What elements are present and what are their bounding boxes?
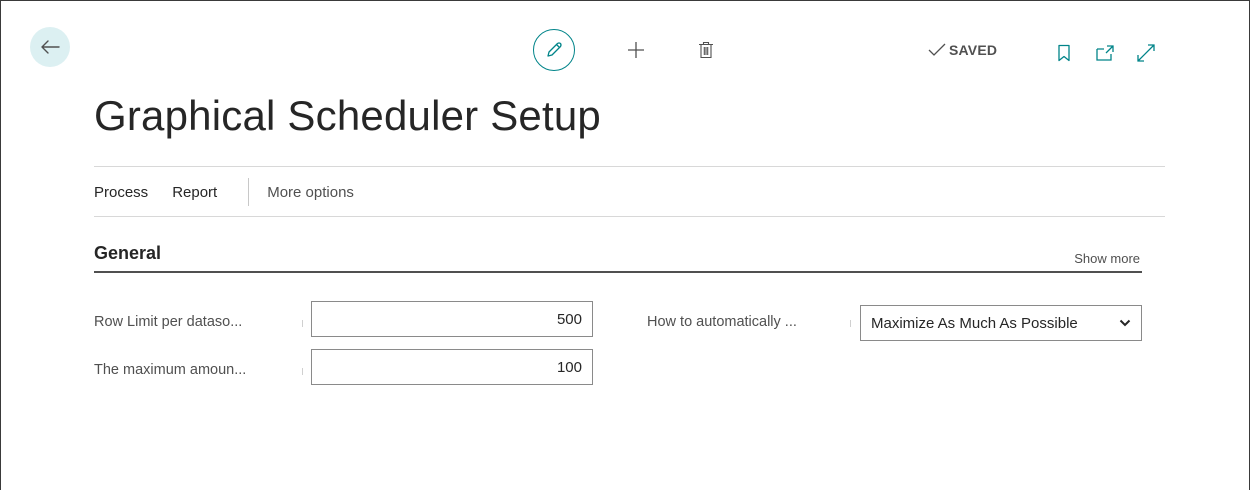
field-separator	[302, 368, 303, 375]
page-title: Graphical Scheduler Setup	[94, 92, 601, 139]
action-bar: Process Report More options	[94, 168, 354, 216]
edit-button[interactable]	[533, 29, 575, 71]
max-amount-input[interactable]	[311, 349, 593, 385]
auto-mode-value: Maximize As Much As Possible	[871, 314, 1078, 332]
saved-status: SAVED	[928, 42, 997, 58]
row-limit-label[interactable]: Row Limit per dataso...	[94, 314, 242, 330]
bookmark-button[interactable]	[1052, 41, 1076, 65]
actionbar-divider	[94, 216, 1165, 217]
checkmark-icon	[928, 43, 946, 56]
title-divider	[94, 166, 1165, 167]
action-more-options[interactable]: More options	[267, 184, 354, 201]
new-button[interactable]	[624, 38, 648, 62]
page-actions	[1052, 41, 1158, 65]
chevron-down-icon	[1119, 319, 1131, 327]
show-more-link[interactable]: Show more	[1074, 251, 1140, 266]
action-report[interactable]: Report	[172, 184, 217, 201]
arrow-left-icon	[41, 40, 60, 54]
plus-icon	[628, 42, 644, 58]
auto-mode-select[interactable]: Maximize As Much As Possible	[860, 305, 1142, 341]
general-section-header: General Show more	[94, 240, 1142, 273]
trash-icon	[699, 41, 713, 59]
expand-icon	[1137, 44, 1155, 62]
field-separator	[850, 320, 851, 327]
auto-mode-label[interactable]: How to automatically ...	[647, 314, 797, 330]
field-separator	[302, 320, 303, 327]
max-amount-label[interactable]: The maximum amoun...	[94, 362, 246, 378]
action-process[interactable]: Process	[94, 184, 148, 201]
section-title[interactable]: General	[94, 243, 161, 264]
open-new-window-button[interactable]	[1093, 41, 1117, 65]
record-toolbar	[533, 28, 718, 72]
expand-button[interactable]	[1134, 41, 1158, 65]
delete-button[interactable]	[694, 38, 718, 62]
open-in-new-window-icon	[1096, 45, 1114, 61]
action-separator	[248, 178, 250, 206]
pencil-icon	[547, 42, 562, 57]
saved-label: SAVED	[949, 42, 998, 58]
bookmark-icon	[1058, 44, 1070, 62]
row-limit-input[interactable]	[311, 301, 593, 337]
back-button[interactable]	[30, 27, 70, 67]
